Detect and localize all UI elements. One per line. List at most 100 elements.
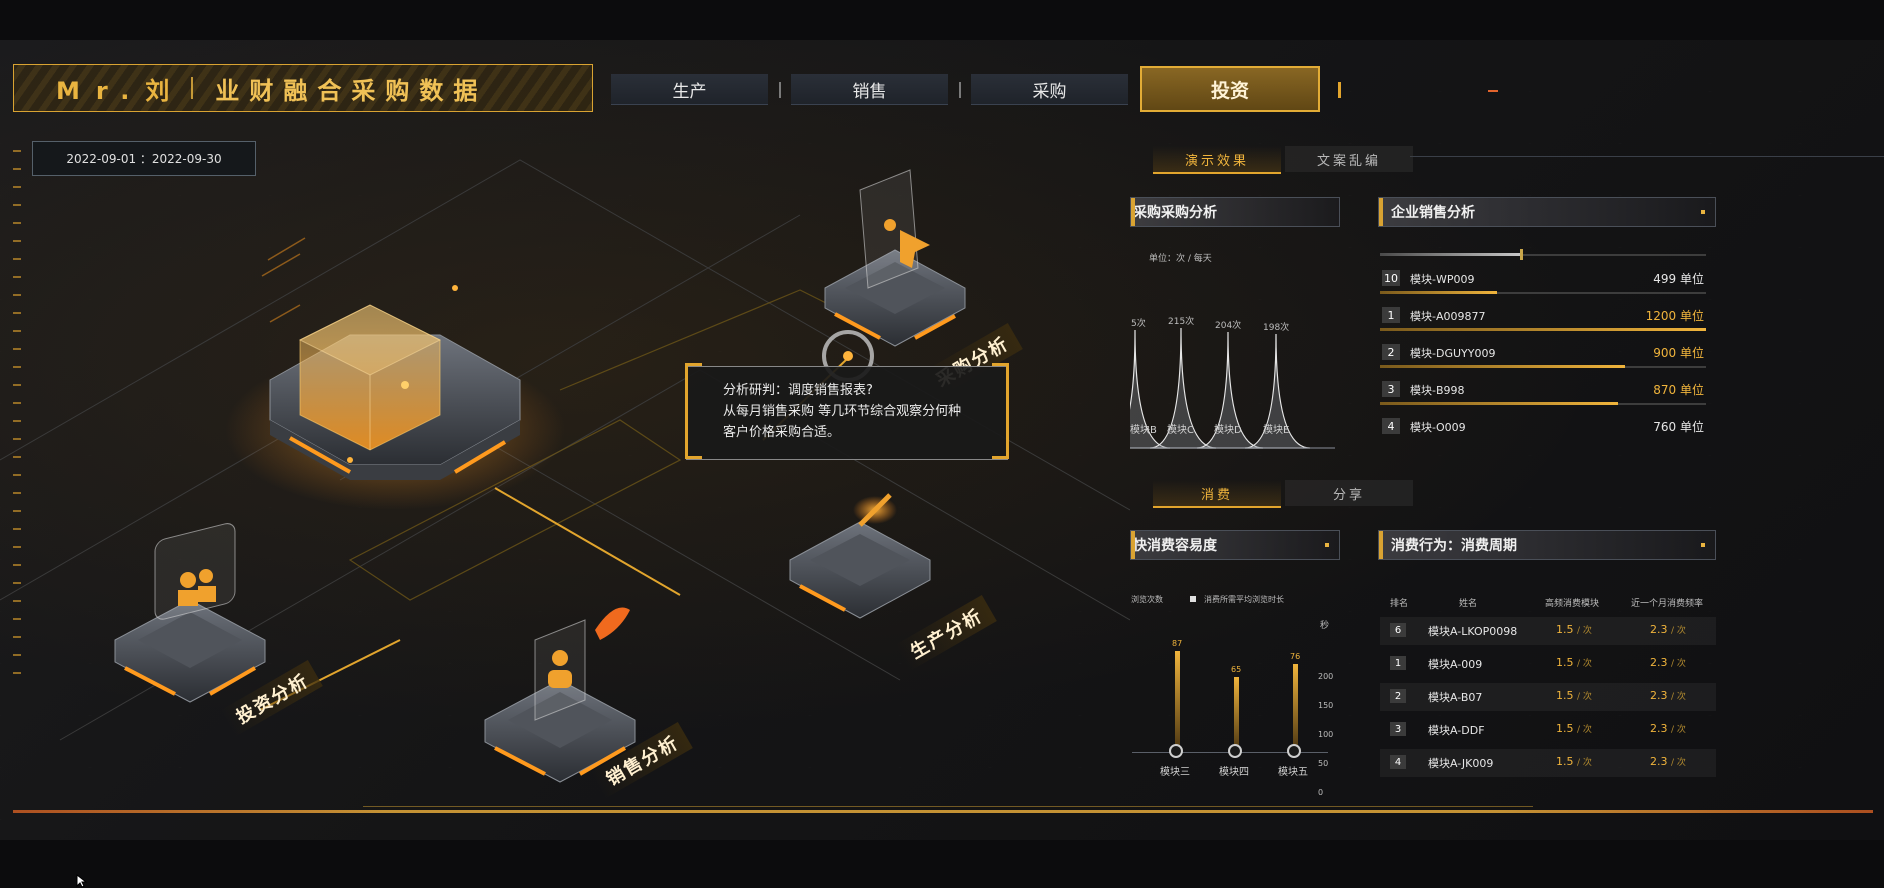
x-axis-label: 模块三 — [1160, 767, 1190, 778]
investment-node — [114, 523, 266, 703]
purchase-peak-chart — [1130, 327, 1335, 449]
cell-unit: / 次 — [1577, 758, 1592, 768]
purchase-unit: 单位：次 / 每天 — [1149, 254, 1212, 264]
legend-item: 消费所需平均浏览时长 — [1190, 594, 1284, 605]
cell-name: 模块A-B07 — [1428, 691, 1483, 704]
cell-name: 模块A-DDF — [1428, 724, 1485, 737]
title-dot — [1701, 210, 1705, 214]
peak-label: 215次 — [1168, 317, 1195, 327]
cell-monthly: 2.3 / 次 — [1650, 623, 1686, 636]
x-axis-label: 模块B — [1130, 425, 1157, 436]
chart-bar — [1175, 651, 1180, 752]
rank-name: 模块-DGUYY009 — [1410, 347, 1496, 360]
cell-unit: / 次 — [1671, 725, 1686, 735]
peak-label: 204次 — [1215, 321, 1242, 331]
rank-number: 3 — [1390, 722, 1406, 736]
tab-share[interactable]: 分享 — [1285, 480, 1413, 506]
tab-rule — [1410, 156, 1884, 157]
table-row[interactable]: 3 模块A-DDF 1.5 / 次 2.3 / 次 — [1380, 716, 1716, 744]
rank-value: 760 单位 — [1653, 420, 1704, 434]
footer-rule — [13, 810, 1873, 813]
rank-number: 2 — [1382, 344, 1400, 360]
rank-number: 6 — [1390, 623, 1406, 637]
legend-label: 消费所需平均浏览时长 — [1204, 595, 1284, 604]
cell-frequency-value: 1.5 — [1556, 722, 1574, 735]
callout-corner — [685, 363, 702, 459]
cell-monthly-value: 2.3 — [1650, 689, 1668, 702]
footer-rule-inner — [363, 806, 1533, 807]
rank-name: 模块-WP009 — [1410, 273, 1475, 286]
bar-value-label: 65 — [1231, 665, 1242, 674]
chart-bar — [1234, 677, 1239, 752]
column-header: 排名 — [1390, 599, 1409, 609]
rank-bar — [1380, 328, 1706, 331]
tab-consumption[interactable]: 消费 — [1153, 480, 1281, 508]
cell-name: 模块A-LKOP0098 — [1428, 625, 1518, 638]
nav-tab-investment[interactable]: 投资 — [1140, 66, 1320, 112]
column-header: 近一个月消费频率 — [1631, 599, 1704, 609]
cell-frequency-value: 1.5 — [1556, 656, 1574, 669]
cell-frequency-value: 1.5 — [1556, 689, 1574, 702]
tab-demo-effect[interactable]: 演示效果 — [1153, 146, 1281, 174]
x-axis-label: 模块五 — [1278, 767, 1308, 778]
y-tick-label: 100 — [1318, 730, 1334, 739]
cell-name: 模块A-009 — [1428, 658, 1483, 671]
list-item: 2 模块-DGUYY009 900 单位 — [1380, 344, 1706, 380]
sales-node — [484, 607, 636, 783]
list-item: 3 模块-B998 870 单位 — [1380, 381, 1706, 417]
rank-number: 1 — [1382, 307, 1400, 323]
x-axis-label: 模块四 — [1219, 767, 1249, 778]
rank-number: 2 — [1390, 689, 1406, 703]
table-row[interactable]: 1 模块A-009 1.5 / 次 2.3 / 次 — [1380, 650, 1716, 678]
cell-monthly: 2.3 / 次 — [1650, 755, 1686, 768]
cell-frequency: 1.5 / 次 — [1556, 656, 1592, 669]
peak-label: 198次 — [1263, 323, 1290, 333]
rank-value: 870 单位 — [1653, 383, 1704, 397]
rank-number: 1 — [1390, 656, 1406, 670]
table-row[interactable]: 6 模块A-LKOP0098 1.5 / 次 2.3 / 次 — [1380, 617, 1716, 645]
tab-copy[interactable]: 文案乱编 — [1285, 146, 1413, 172]
callout-line: 从每月销售采购 等几环节综合观察分何种 — [723, 404, 962, 419]
cell-unit: / 次 — [1671, 692, 1686, 702]
rank-number: 10 — [1382, 270, 1400, 286]
rank-name: 模块-A009877 — [1410, 310, 1486, 323]
table-row[interactable]: 2 模块A-B07 1.5 / 次 2.3 / 次 — [1380, 683, 1716, 711]
rank-value: 900 单位 — [1653, 346, 1704, 360]
cell-monthly: 2.3 / 次 — [1650, 689, 1686, 702]
cell-unit: / 次 — [1671, 659, 1686, 669]
list-item: 1 模块-A009877 1200 单位 — [1380, 307, 1706, 343]
rank-value: 499 单位 — [1653, 272, 1704, 286]
column-header: 姓名 — [1459, 599, 1478, 609]
axis-unit: 秒 — [1320, 621, 1330, 631]
legend-item: 浏览次数 — [1131, 594, 1163, 605]
rank-bar-end — [1520, 249, 1523, 260]
cell-frequency-value: 1.5 — [1556, 623, 1574, 636]
title-dot — [1701, 543, 1705, 547]
table-row[interactable]: 4 模块A-JK009 1.5 / 次 2.3 / 次 — [1380, 749, 1716, 777]
production-node — [789, 493, 931, 619]
panel-title-purchase: 采购采购分析 — [1130, 197, 1340, 227]
callout-line: 分析研判：调度销售报表? — [723, 383, 873, 398]
legend-swatch — [1190, 596, 1196, 602]
panel-title-sales: 企业销售分析 — [1378, 197, 1716, 227]
y-tick-label: 0 — [1318, 788, 1324, 797]
rank-value: 1200 单位 — [1645, 309, 1704, 323]
nav-end-marker — [1338, 82, 1341, 98]
y-tick-label: 200 — [1318, 672, 1334, 681]
x-axis-label: 模块D — [1214, 425, 1242, 436]
panel-title-text: 采购采购分析 — [1133, 205, 1217, 221]
cell-unit: / 次 — [1577, 659, 1592, 669]
list-item: 4 模块-O009 760 单位 — [1380, 418, 1706, 454]
rank-bar — [1380, 253, 1522, 256]
cell-unit: / 次 — [1577, 725, 1592, 735]
bar-value-label: 76 — [1290, 652, 1301, 661]
column-header: 高频消费模块 — [1545, 599, 1600, 609]
rank-name: 模块-O009 — [1410, 421, 1466, 434]
cell-monthly-value: 2.3 — [1650, 722, 1668, 735]
panel-title-text: 快消费容易度 — [1133, 538, 1217, 554]
panel-title-ease: 快消费容易度 — [1130, 530, 1340, 560]
cell-frequency: 1.5 / 次 — [1556, 722, 1592, 735]
peak-label: 5次 — [1131, 319, 1146, 329]
rank-number: 4 — [1382, 418, 1400, 434]
rank-bar — [1380, 365, 1625, 368]
